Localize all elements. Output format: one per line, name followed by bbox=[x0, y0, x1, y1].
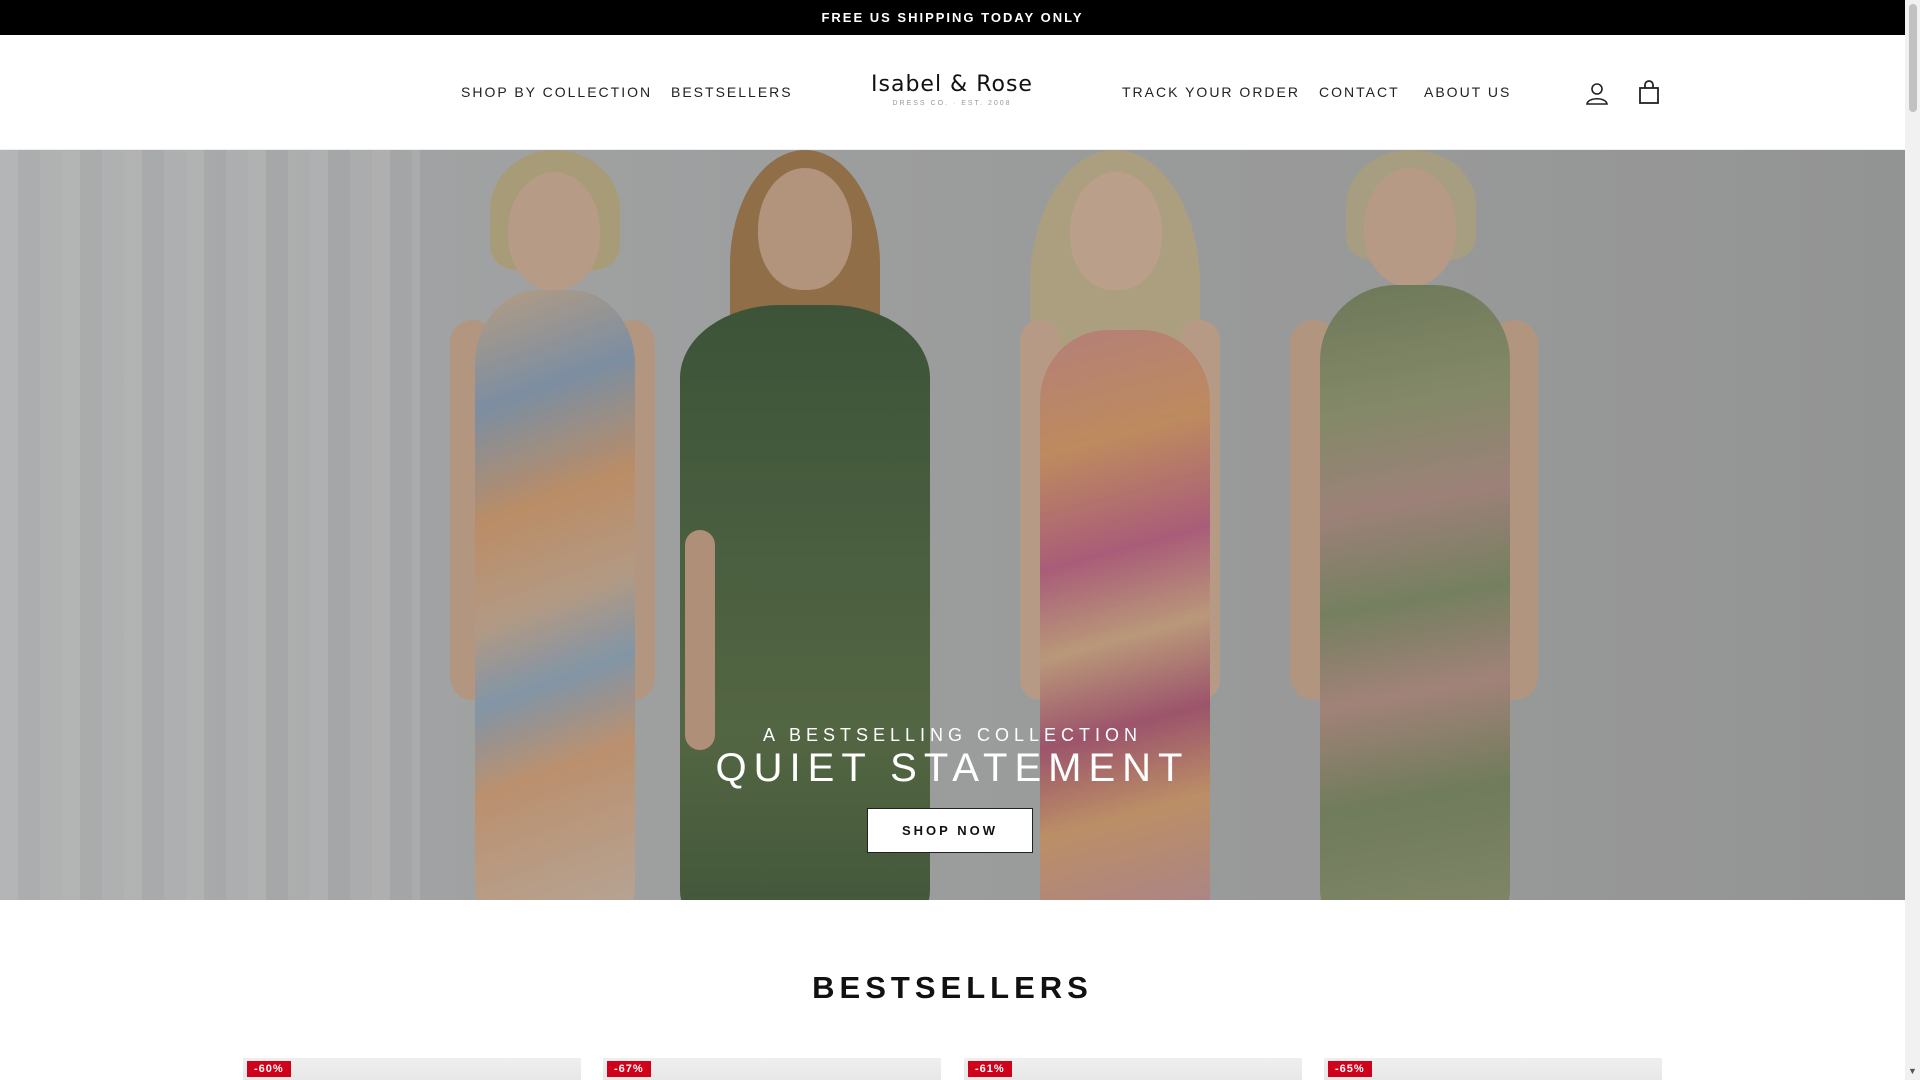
announcement-text: FREE US SHIPPING TODAY ONLY bbox=[821, 10, 1084, 25]
scrollbar-track[interactable] bbox=[1905, 0, 1920, 1080]
nav-contact[interactable]: CONTACT bbox=[1319, 84, 1400, 100]
announcement-bar: FREE US SHIPPING TODAY ONLY bbox=[0, 0, 1905, 35]
logo-name: Isabel & Rose bbox=[871, 72, 1033, 97]
site-header: SHOP BY COLLECTION BESTSELLERS Isabel & … bbox=[0, 35, 1905, 150]
discount-badge: -67% bbox=[607, 1061, 651, 1077]
nav-bestsellers[interactable]: BESTSELLERS bbox=[671, 84, 793, 100]
logo[interactable]: Isabel & Rose DRESS CO. · EST. 2008 bbox=[852, 72, 1052, 107]
hero-eyebrow: A BESTSELLING COLLECTION bbox=[762, 725, 1143, 745]
discount-badge: -60% bbox=[247, 1061, 291, 1077]
product-card[interactable]: -67% bbox=[603, 1058, 941, 1080]
product-image bbox=[243, 1058, 581, 1080]
nav-track-your-order[interactable]: TRACK YOUR ORDER bbox=[1122, 84, 1300, 100]
hero-banner[interactable]: A BESTSELLING COLLECTION QUIET STATEMENT… bbox=[0, 150, 1905, 900]
cart-icon[interactable] bbox=[1635, 79, 1663, 107]
scroll-down-arrow-icon[interactable]: ▼ bbox=[1907, 1066, 1918, 1076]
product-card[interactable]: -65% bbox=[1324, 1058, 1662, 1080]
account-icon[interactable] bbox=[1583, 79, 1611, 107]
product-image bbox=[1324, 1058, 1662, 1080]
product-card[interactable]: -61% bbox=[964, 1058, 1302, 1080]
nav-about-us[interactable]: ABOUT US bbox=[1424, 84, 1511, 100]
hero-title: QUIET STATEMENT bbox=[715, 746, 1190, 790]
discount-badge: -65% bbox=[1328, 1061, 1372, 1077]
nav-shop-by-collection[interactable]: SHOP BY COLLECTION bbox=[461, 84, 652, 100]
scrollbar-thumb[interactable] bbox=[1909, 4, 1917, 112]
shop-now-button[interactable]: SHOP NOW bbox=[867, 808, 1033, 853]
product-card[interactable]: -60% bbox=[243, 1058, 581, 1080]
product-image bbox=[964, 1058, 1302, 1080]
logo-subtitle: DRESS CO. · EST. 2008 bbox=[892, 100, 1012, 107]
discount-badge: -61% bbox=[968, 1061, 1012, 1077]
bestsellers-title: BESTSELLERS bbox=[812, 970, 1093, 1005]
product-image bbox=[603, 1058, 941, 1080]
